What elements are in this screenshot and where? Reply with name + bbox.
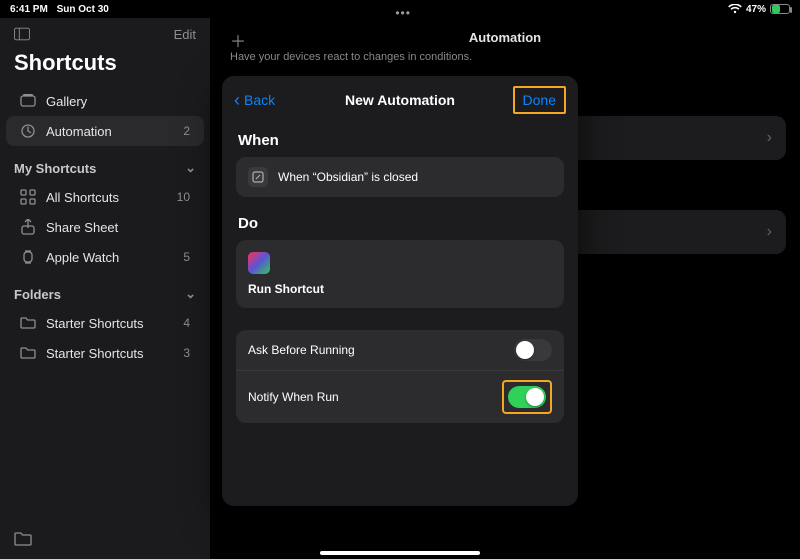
watch-icon <box>20 249 36 265</box>
sidebar-item-label: Starter Shortcuts <box>46 346 144 361</box>
status-date: Sun Oct 30 <box>57 4 109 15</box>
folder-icon <box>20 315 36 331</box>
folder-icon <box>20 345 36 361</box>
new-automation-modal: ‹ Back New Automation Done When When “Ob… <box>222 76 578 506</box>
chevron-right-icon: › <box>767 223 772 241</box>
sidebar-item-gallery[interactable]: Gallery <box>6 86 204 116</box>
battery-percent: 47% <box>746 4 766 15</box>
section-header-folders[interactable]: Folders ⌄ <box>0 272 210 308</box>
gallery-icon <box>20 93 36 109</box>
highlight-box <box>502 380 552 414</box>
status-time: 6:41 PM <box>10 4 48 15</box>
done-button[interactable]: Done <box>513 86 566 114</box>
chevron-down-icon: ⌄ <box>185 286 196 302</box>
do-action-label: Run Shortcut <box>248 282 552 296</box>
wifi-icon <box>728 4 742 14</box>
battery-icon <box>770 4 790 14</box>
app-close-icon <box>248 167 268 187</box>
settings-group: Ask Before Running Notify When Run <box>236 330 564 423</box>
sidebar-item-label: Automation <box>46 124 112 139</box>
setting-label: Ask Before Running <box>248 343 355 357</box>
shortcuts-app-icon <box>248 252 270 274</box>
share-icon <box>20 219 36 235</box>
automation-icon <box>20 123 36 139</box>
sidebar-item-count: 4 <box>183 316 190 330</box>
sidebar-item-automation[interactable]: Automation 2 <box>6 116 204 146</box>
sidebar-toggle-icon[interactable] <box>14 26 30 42</box>
sidebar-item-count: 10 <box>177 190 190 204</box>
sidebar-item-all-shortcuts[interactable]: All Shortcuts 10 <box>6 182 204 212</box>
chevron-right-icon: › <box>767 129 772 147</box>
when-condition-text: When “Obsidian” is closed <box>278 170 418 184</box>
home-indicator[interactable] <box>320 551 480 555</box>
ask-before-running-row: Ask Before Running <box>236 330 564 370</box>
sidebar-item-count: 5 <box>183 250 190 264</box>
sidebar-item-label: Starter Shortcuts <box>46 316 144 331</box>
sidebar-title: Shortcuts <box>0 46 210 86</box>
sidebar-item-label: All Shortcuts <box>46 190 119 205</box>
do-header: Do <box>238 215 564 232</box>
sidebar-folder[interactable]: Starter Shortcuts 4 <box>6 308 204 338</box>
when-condition-row[interactable]: When “Obsidian” is closed <box>236 157 564 197</box>
chevron-down-icon: ⌄ <box>185 160 196 176</box>
sidebar-item-count: 2 <box>183 124 190 138</box>
section-header-my-shortcuts[interactable]: My Shortcuts ⌄ <box>0 146 210 182</box>
when-header: When <box>238 132 564 149</box>
sidebar-item-label: Share Sheet <box>46 220 118 235</box>
new-folder-button[interactable] <box>14 531 34 547</box>
grid-icon <box>20 189 36 205</box>
do-action-card[interactable]: Run Shortcut <box>236 240 564 308</box>
back-label: Back <box>244 92 275 108</box>
sidebar-folder[interactable]: Starter Shortcuts 3 <box>6 338 204 368</box>
sidebar-item-share-sheet[interactable]: Share Sheet <box>6 212 204 242</box>
add-button[interactable]: ＋ <box>230 28 246 52</box>
sidebar-item-count: 3 <box>183 346 190 360</box>
sidebar-item-label: Apple Watch <box>46 250 119 265</box>
edit-button[interactable]: Edit <box>174 27 196 42</box>
page-subtitle: Have your devices react to changes in co… <box>210 47 800 63</box>
ask-before-running-toggle[interactable] <box>514 339 552 361</box>
setting-label: Notify When Run <box>248 390 339 404</box>
notify-when-run-toggle[interactable] <box>508 386 546 408</box>
chevron-left-icon: ‹ <box>234 91 240 109</box>
back-button[interactable]: ‹ Back <box>234 91 275 109</box>
sidebar: Edit Shortcuts Gallery Automation 2 My S… <box>0 18 210 559</box>
page-title: Automation <box>210 30 800 45</box>
sidebar-item-label: Gallery <box>46 94 87 109</box>
notify-when-run-row: Notify When Run <box>236 370 564 423</box>
sidebar-item-apple-watch[interactable]: Apple Watch 5 <box>6 242 204 272</box>
